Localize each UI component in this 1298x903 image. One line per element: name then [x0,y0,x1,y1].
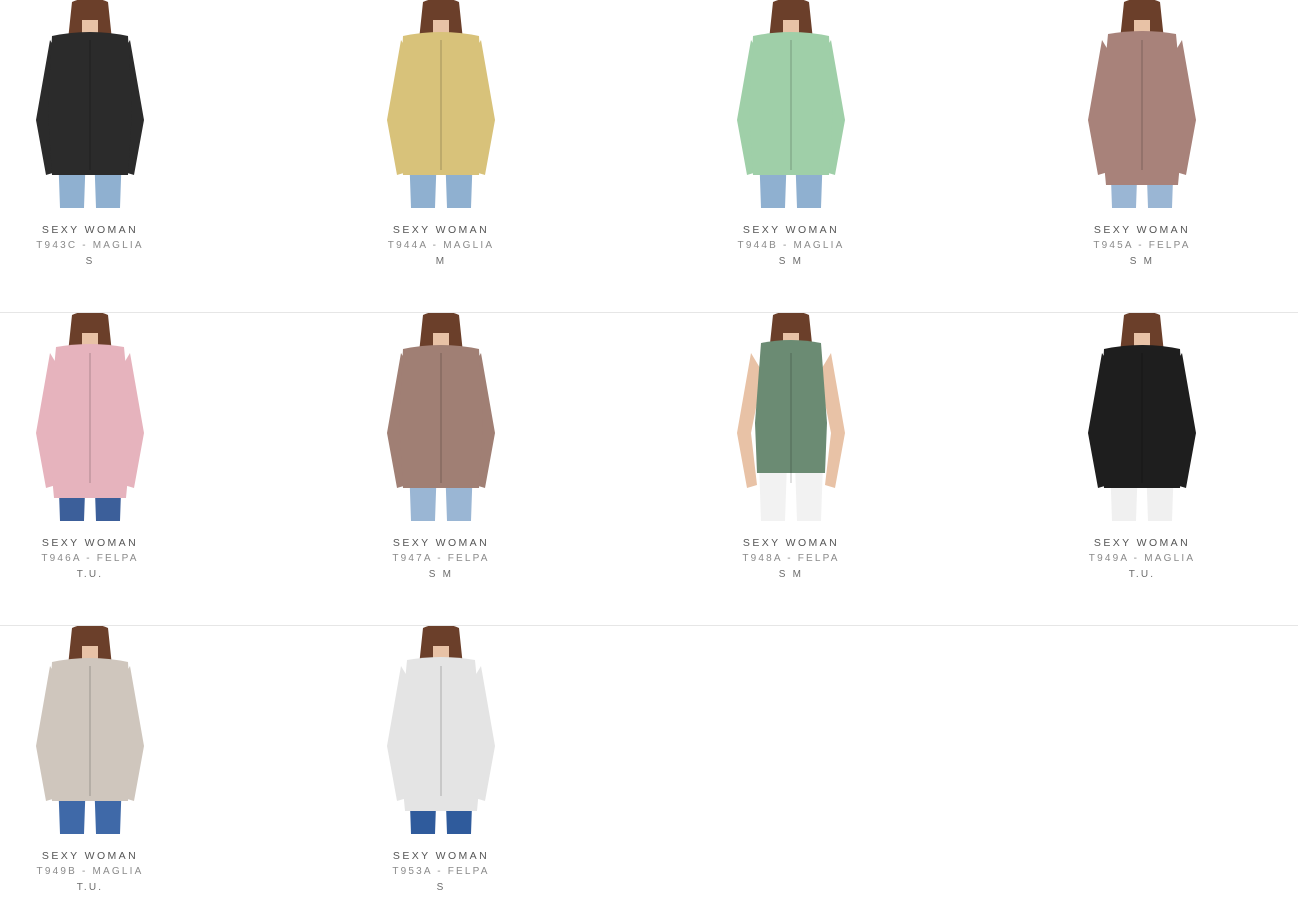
product-brand[interactable]: SEXY WOMAN [0,535,180,551]
product-photo [387,0,495,208]
product-photo [36,313,144,521]
product-sizes: T.U. [1128,569,1156,580]
product-brand[interactable]: SEXY WOMAN [0,848,180,864]
product-brand[interactable]: SEXY WOMAN [701,222,881,238]
product-code[interactable]: T949A - MAGLIA [1052,551,1232,567]
product-sizes: S M [778,569,804,580]
product-image[interactable] [0,626,180,834]
product-sizes: S M [1129,256,1155,267]
product-image[interactable] [351,0,531,208]
product-code[interactable]: T945A - FELPA [1052,238,1232,254]
product-image[interactable] [0,313,180,521]
product-code[interactable]: T944A - MAGLIA [351,238,531,254]
product-row: SEXY WOMAN T949B - MAGLIA T.U. SEXY WOMA… [0,626,1298,903]
product-brand[interactable]: SEXY WOMAN [351,535,531,551]
product-photo [1088,0,1196,208]
product-code[interactable]: T946A - FELPA [0,551,180,567]
product-sizes: S M [428,569,454,580]
product-card[interactable]: SEXY WOMAN T944A - MAGLIA M [351,0,531,270]
product-code[interactable]: T948A - FELPA [701,551,881,567]
product-card[interactable]: SEXY WOMAN T945A - FELPA S M [1052,0,1232,270]
product-card[interactable]: SEXY WOMAN T949A - MAGLIA T.U. [1052,313,1232,583]
product-card[interactable]: SEXY WOMAN T947A - FELPA S M [351,313,531,583]
product-image[interactable] [701,0,881,208]
product-row: SEXY WOMAN T946A - FELPA T.U. SEXY WOMAN… [0,313,1298,626]
product-sizes: T.U. [76,882,104,893]
product-brand[interactable]: SEXY WOMAN [1052,535,1232,551]
product-brand[interactable]: SEXY WOMAN [351,222,531,238]
product-card[interactable]: SEXY WOMAN T946A - FELPA T.U. [0,313,180,583]
product-brand[interactable]: SEXY WOMAN [351,848,531,864]
product-image[interactable] [351,626,531,834]
product-sizes: S [436,882,446,893]
product-card[interactable]: SEXY WOMAN T949B - MAGLIA T.U. [0,626,180,896]
product-brand[interactable]: SEXY WOMAN [701,535,881,551]
product-photo [36,626,144,834]
product-card[interactable]: SEXY WOMAN T953A - FELPA S [351,626,531,896]
product-code[interactable]: T944B - MAGLIA [701,238,881,254]
product-sizes: S [85,256,95,267]
product-photo [737,0,845,208]
product-photo [387,626,495,834]
product-image[interactable] [701,313,881,521]
product-grid: SEXY WOMAN T943C - MAGLIA S SEXY WOMAN T… [0,0,1298,903]
product-photo [36,0,144,208]
product-code[interactable]: T949B - MAGLIA [0,864,180,880]
product-photo [737,313,845,521]
product-row: SEXY WOMAN T943C - MAGLIA S SEXY WOMAN T… [0,0,1298,313]
product-code[interactable]: T943C - MAGLIA [0,238,180,254]
product-card[interactable]: SEXY WOMAN T944B - MAGLIA S M [701,0,881,270]
product-sizes: T.U. [76,569,104,580]
product-brand[interactable]: SEXY WOMAN [0,222,180,238]
product-image[interactable] [0,0,180,208]
product-sizes: M [435,256,447,267]
product-brand[interactable]: SEXY WOMAN [1052,222,1232,238]
product-sizes: S M [778,256,804,267]
product-card[interactable]: SEXY WOMAN T943C - MAGLIA S [0,0,180,270]
product-image[interactable] [1052,313,1232,521]
product-card[interactable]: SEXY WOMAN T948A - FELPA S M [701,313,881,583]
product-code[interactable]: T953A - FELPA [351,864,531,880]
product-image[interactable] [1052,0,1232,208]
product-image[interactable] [351,313,531,521]
product-photo [1088,313,1196,521]
product-code[interactable]: T947A - FELPA [351,551,531,567]
product-photo [387,313,495,521]
